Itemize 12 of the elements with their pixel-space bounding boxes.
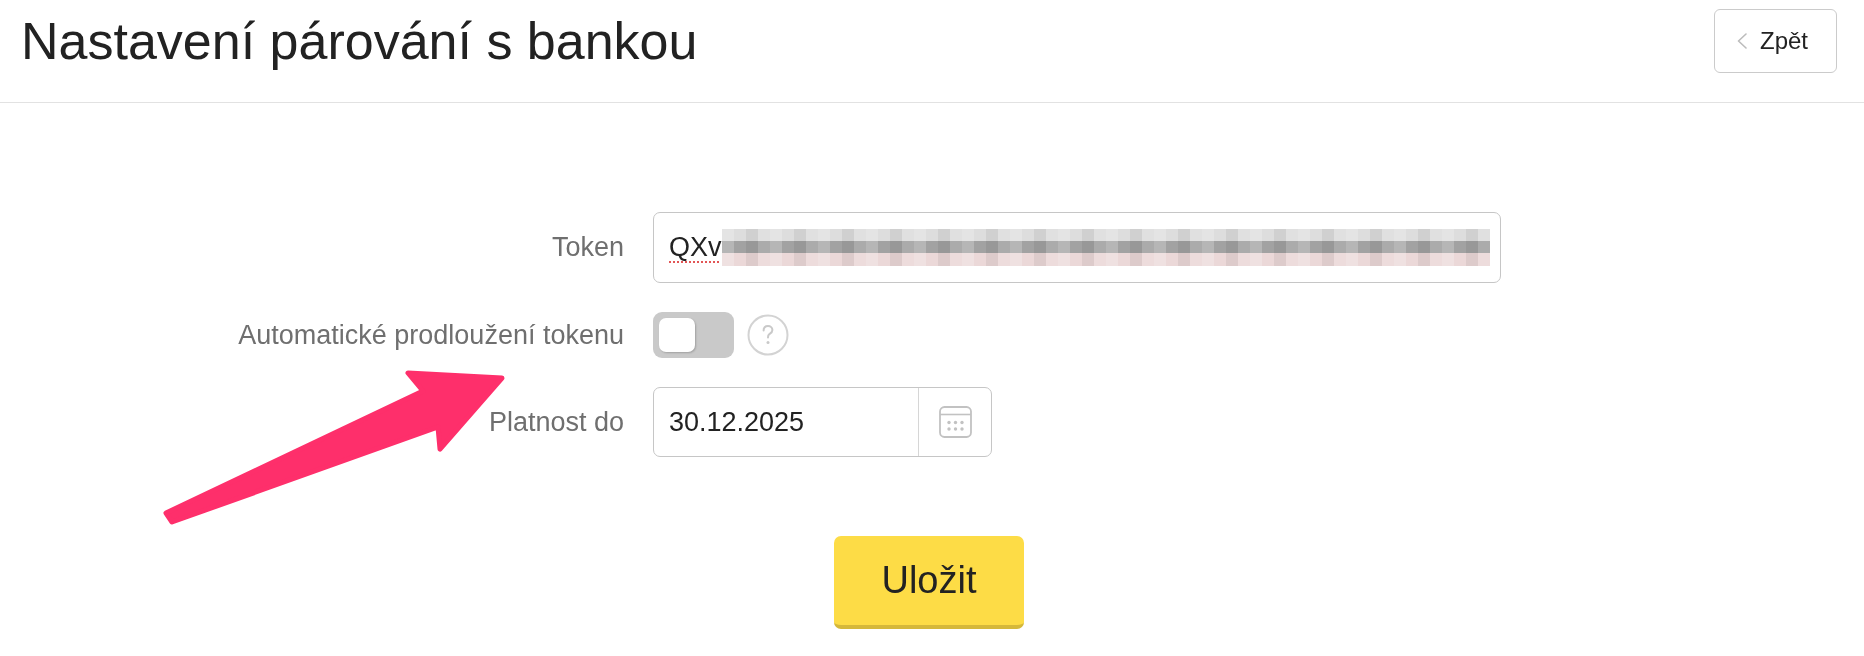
field-label: Token xyxy=(551,232,624,263)
field-label: Platnost do xyxy=(488,406,624,438)
calendar-icon xyxy=(938,406,972,438)
date-field[interactable]: 30.12.2025 xyxy=(653,387,992,457)
save-button[interactable]: Uložit xyxy=(834,536,1024,629)
field-label: Automatické prodloužení tokenu xyxy=(238,319,624,351)
toggle-switch[interactable] xyxy=(653,312,734,358)
chevron-left-icon xyxy=(1737,33,1747,49)
page-title: Nastavení párování s bankou xyxy=(21,11,698,72)
text-field[interactable]: QXv xyxy=(653,212,1501,283)
help-icon[interactable] xyxy=(747,314,789,356)
back-button[interactable]: Zpět xyxy=(1714,9,1837,73)
